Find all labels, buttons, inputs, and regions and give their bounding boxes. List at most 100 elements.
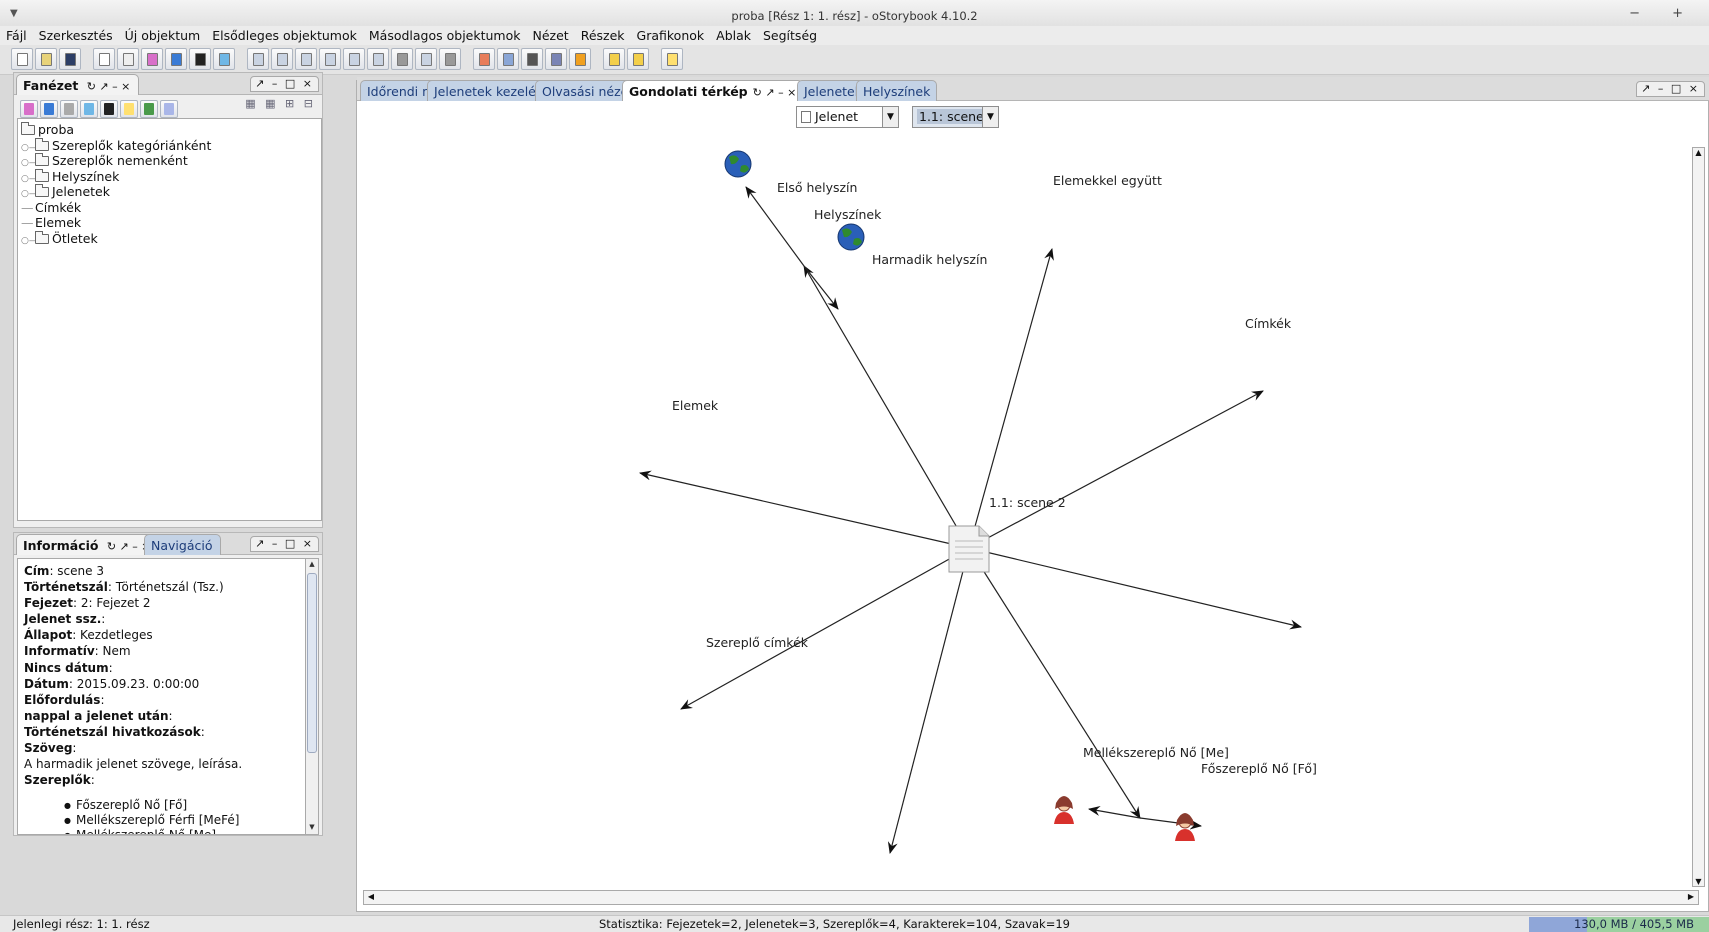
person-button[interactable] [141, 48, 163, 70]
info-scrollbar[interactable]: ▲ ▼ [305, 558, 319, 835]
chevron-down-icon[interactable]: ▼ [882, 107, 898, 127]
menu-elsodleges-objektumok[interactable]: Elsődleges objektumok [206, 26, 363, 43]
tab-navigation[interactable]: Navigáció [144, 534, 222, 555]
scroll-up-icon[interactable]: ▲ [1693, 148, 1704, 157]
new-file-button[interactable] [11, 48, 33, 70]
active-tab-icons[interactable]: ↻ ↗ – × [753, 86, 797, 99]
expand-icon[interactable]: ○— [21, 234, 38, 249]
globe-icon[interactable] [837, 223, 865, 251]
info-panel: Információ ↻ ↗ – × Navigáció ↗ – □ × Cím… [13, 532, 323, 836]
chevron-down-icon[interactable]: ▼ [982, 107, 998, 127]
table-chapter-button[interactable] [247, 48, 269, 70]
table-scene-button[interactable] [271, 48, 293, 70]
scroll-left-icon[interactable]: ◀ [365, 892, 377, 901]
scroll-down-icon[interactable]: ▼ [1693, 877, 1704, 886]
menu-masodlagos-objektumok[interactable]: Másodlagos objektumok [363, 26, 527, 43]
character-item[interactable]: Mellékszereplő Nő [Me] [64, 828, 307, 834]
idea-filter-icon [124, 103, 134, 115]
tree-node-jelenetek[interactable]: ○— Jelenetek [21, 184, 321, 200]
scene-document-icon[interactable] [948, 525, 990, 573]
idea-filter-button[interactable] [120, 100, 138, 118]
tree-panel-controls[interactable]: ↗ – □ × [250, 76, 319, 92]
book-button[interactable] [497, 48, 519, 70]
tree-node-cimkek[interactable]: — Címkék [21, 200, 321, 216]
menu-szerkesztes[interactable]: Szerkesztés [33, 26, 119, 43]
status-statistics: Statisztika: Fejezetek=2, Jelenetek=3, S… [599, 917, 1070, 931]
scene-select[interactable]: 1.1: scene 2 ▼ [912, 106, 999, 128]
table-bars-button[interactable] [319, 48, 341, 70]
info-row-jelenet-ssz: Jelenet ssz.: [24, 612, 106, 627]
character-item[interactable]: Mellékszereplő Férfi [MeFé] [64, 813, 307, 828]
info-panel-controls[interactable]: ↗ – □ × [250, 536, 319, 552]
tab-helyszinek[interactable]: Helyszínek [856, 80, 938, 101]
tag-button[interactable] [213, 48, 235, 70]
type-select[interactable]: Jelenet ▼ [796, 106, 899, 128]
ball-button[interactable] [189, 48, 211, 70]
tab-information[interactable]: Információ ↻ ↗ – × [16, 534, 160, 555]
globe-icon[interactable] [724, 150, 752, 178]
toolbar-separator [83, 48, 93, 70]
menu-ablak[interactable]: Ablak [710, 26, 757, 43]
menu-uj-objektum[interactable]: Új objektum [119, 26, 207, 43]
globe-button[interactable] [165, 48, 187, 70]
scene-filter-icon [64, 103, 74, 115]
scroll-up-icon[interactable]: ▲ [307, 560, 317, 570]
scroll-right-icon[interactable]: ▶ [1685, 892, 1697, 901]
menu-reszek[interactable]: Részek [575, 26, 631, 43]
menu-nezet[interactable]: Nézet [527, 26, 575, 43]
table-person-icon [301, 53, 312, 66]
tree-node-otletek[interactable]: ○— Ötletek [21, 230, 321, 249]
tab-gondolati-terkep[interactable]: Gondolati térkép ↻ ↗ – × [622, 80, 804, 101]
bulb-button[interactable] [661, 48, 683, 70]
tree-node-szereplok-nemenkent[interactable]: ○— Szereplők nemenként [21, 153, 321, 169]
table-tag-button[interactable] [415, 48, 437, 70]
scene-filter-button[interactable] [60, 100, 78, 118]
status-current-part: Jelenlegi rész: 1: 1. rész [13, 917, 150, 931]
tree-view-buttons[interactable]: ▦ ▦ ⊞ ⊟ [245, 97, 316, 110]
user-button[interactable] [545, 48, 567, 70]
edge-third-location [803, 265, 839, 310]
table-person-button[interactable] [295, 48, 317, 70]
vertical-scrollbar[interactable]: ▲ ▼ [1692, 147, 1705, 887]
person-filter-icon [24, 103, 34, 115]
memory-indicator[interactable]: 130,0 MB / 405,5 MB [1529, 917, 1709, 932]
scroll-down-icon[interactable]: ▼ [307, 823, 317, 833]
calendar-button[interactable] [473, 48, 495, 70]
character-item[interactable]: Főszereplő Nő [Fő] [64, 798, 307, 813]
link-tag-button[interactable] [439, 48, 461, 70]
scroll-thumb[interactable] [307, 573, 317, 753]
tree-node-elemek[interactable]: — Elemek [21, 215, 321, 231]
tree-node-helyszinek[interactable]: ○— Helyszínek [21, 168, 321, 185]
spiral-button[interactable] [569, 48, 591, 70]
open-folder-button[interactable] [35, 48, 57, 70]
plot-filter-button[interactable] [160, 100, 178, 118]
ball-filter-button[interactable] [100, 100, 118, 118]
table-globe-button[interactable] [343, 48, 365, 70]
menu-grafikonok[interactable]: Grafikonok [631, 26, 711, 43]
globe-filter-button[interactable] [40, 100, 58, 118]
female-person-icon[interactable] [1054, 796, 1074, 824]
books-filter-button[interactable] [140, 100, 158, 118]
window-controls[interactable]: − + [1629, 6, 1697, 21]
horizontal-scrollbar[interactable]: ◀ ▶ [363, 890, 1699, 905]
arrow-right-button[interactable] [627, 48, 649, 70]
main-panel-controls[interactable]: ↗ – □ × [1636, 81, 1705, 97]
memo-button[interactable] [521, 48, 543, 70]
link-ball-button[interactable] [391, 48, 413, 70]
chapter-button[interactable] [93, 48, 115, 70]
tree-node-szereplok-kategoriankent[interactable]: ○— Szereplők kategóriánként [21, 137, 321, 154]
scene-button[interactable] [117, 48, 139, 70]
table-ball-button[interactable] [367, 48, 389, 70]
tab-tree-view[interactable]: Fanézet ↻ ↗ – × [16, 74, 140, 95]
label-first-location: Első helyszín [777, 180, 857, 195]
tree-root[interactable]: proba [21, 122, 321, 138]
tag-filter-button[interactable] [80, 100, 98, 118]
arrow-left-button[interactable] [603, 48, 625, 70]
menu-segitseg[interactable]: Segítség [757, 26, 823, 43]
menu-fajl[interactable]: Fájl [0, 26, 33, 43]
tree-tab-icons[interactable]: ↻ ↗ – × [87, 80, 131, 93]
female-person-icon[interactable] [1175, 813, 1195, 841]
save-button[interactable] [59, 48, 81, 70]
person-filter-button[interactable] [20, 100, 38, 118]
info-character-list: Főszereplő Nő [Fő]Mellékszereplő Férfi [… [24, 798, 307, 834]
